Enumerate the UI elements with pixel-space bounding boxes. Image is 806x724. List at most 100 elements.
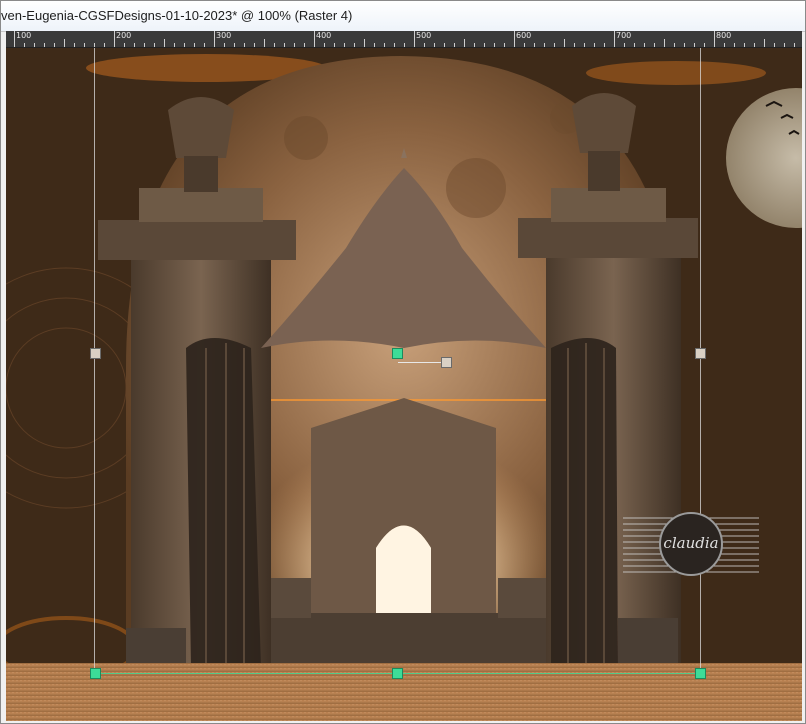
ruler-tick <box>424 43 425 47</box>
ruler-tick <box>634 43 635 47</box>
ruler-tick <box>654 43 655 47</box>
ruler-tick <box>24 43 25 47</box>
ruler-tick <box>74 43 75 47</box>
claudia-watermark: claudia <box>623 512 759 576</box>
rotate-handle[interactable] <box>441 357 452 368</box>
ruler-tick <box>674 43 675 47</box>
ruler-tick <box>554 43 555 47</box>
selection-guide-left <box>94 48 95 673</box>
ruler-tick <box>794 43 795 47</box>
ruler-tick <box>704 43 705 47</box>
ruler-tick <box>504 43 505 47</box>
ruler-tick <box>384 43 385 47</box>
ruler-label: 700 <box>616 31 632 40</box>
ruler-tick <box>194 43 195 47</box>
ruler-tick <box>434 43 435 47</box>
ruler-tick <box>254 43 255 47</box>
ruler-tick <box>314 31 315 47</box>
ruler-tick <box>144 43 145 47</box>
bottom-left-handle[interactable] <box>90 668 101 679</box>
ruler-tick <box>324 43 325 47</box>
ruler-label: 400 <box>316 31 332 40</box>
ruler-tick <box>84 43 85 47</box>
horizontal-ruler[interactable]: 100 200 300 400 500 600 700 800 <box>6 31 802 48</box>
ruler-tick <box>334 43 335 47</box>
window-title: ven-Eugenia-CGSFDesigns-01-10-2023* @ 10… <box>1 8 353 23</box>
title-bar[interactable]: ven-Eugenia-CGSFDesigns-01-10-2023* @ 10… <box>1 1 805 32</box>
ruler-tick <box>104 43 105 47</box>
ruler-tick <box>714 31 715 47</box>
ruler-tick <box>54 43 55 47</box>
gate-artwork <box>6 48 802 721</box>
ruler-tick <box>264 39 265 47</box>
ruler-tick <box>354 43 355 47</box>
ruler-tick <box>514 31 515 47</box>
bottom-center-handle[interactable] <box>392 668 403 679</box>
ruler-tick <box>474 43 475 47</box>
ruler-tick <box>544 43 545 47</box>
ruler-tick <box>374 43 375 47</box>
ruler-tick <box>124 43 125 47</box>
ruler-tick <box>774 43 775 47</box>
ruler-tick <box>614 31 615 47</box>
ruler-tick <box>494 43 495 47</box>
ruler-tick <box>304 43 305 47</box>
image-canvas[interactable]: claudia <box>6 48 802 721</box>
ruler-tick <box>114 31 115 47</box>
ruler-tick <box>784 43 785 47</box>
ruler-tick <box>684 43 685 47</box>
ruler-tick <box>364 39 365 47</box>
ruler-tick <box>174 43 175 47</box>
ruler-tick <box>744 43 745 47</box>
ruler-tick <box>574 43 575 47</box>
ruler-tick <box>454 43 455 47</box>
ruler-tick <box>294 43 295 47</box>
ruler-tick <box>414 31 415 47</box>
ruler-tick <box>344 43 345 47</box>
ruler-tick <box>64 39 65 47</box>
ruler-tick <box>94 43 95 47</box>
ruler-tick <box>404 43 405 47</box>
selection-guide-right <box>700 48 701 673</box>
ruler-tick <box>234 43 235 47</box>
ruler-label: 600 <box>516 31 532 40</box>
ruler-tick <box>604 43 605 47</box>
ruler-tick <box>664 39 665 47</box>
ruler-tick <box>14 31 15 47</box>
ruler-label: 200 <box>116 31 132 40</box>
ruler-tick <box>594 43 595 47</box>
ruler-label: 100 <box>16 31 32 40</box>
ruler-tick <box>164 39 165 47</box>
ruler-tick <box>464 39 465 47</box>
ruler-tick <box>734 43 735 47</box>
ruler-tick <box>204 43 205 47</box>
ruler-label: 300 <box>216 31 232 40</box>
ruler-tick <box>154 43 155 47</box>
ruler-tick <box>274 43 275 47</box>
ruler-tick <box>484 43 485 47</box>
ruler-tick <box>584 43 585 47</box>
ruler-tick <box>44 43 45 47</box>
ruler-tick <box>764 39 765 47</box>
ruler-tick <box>644 43 645 47</box>
ruler-tick <box>444 43 445 47</box>
ruler-tick <box>134 43 135 47</box>
ruler-label: 500 <box>416 31 432 40</box>
ruler-tick <box>534 43 535 47</box>
ruler-tick <box>394 43 395 47</box>
ruler-tick <box>244 43 245 47</box>
ruler-label: 800 <box>716 31 732 40</box>
ruler-tick <box>214 31 215 47</box>
ruler-tick <box>624 43 625 47</box>
ruler-tick <box>184 43 185 47</box>
ruler-tick <box>724 43 725 47</box>
left-handle[interactable] <box>90 348 101 359</box>
rotation-arm <box>398 362 446 363</box>
bottom-right-handle[interactable] <box>695 668 706 679</box>
ruler-tick <box>34 43 35 47</box>
right-handle[interactable] <box>695 348 706 359</box>
ruler-tick <box>524 43 525 47</box>
ruler-tick <box>224 43 225 47</box>
ruler-tick <box>284 43 285 47</box>
center-handle[interactable] <box>392 348 403 359</box>
